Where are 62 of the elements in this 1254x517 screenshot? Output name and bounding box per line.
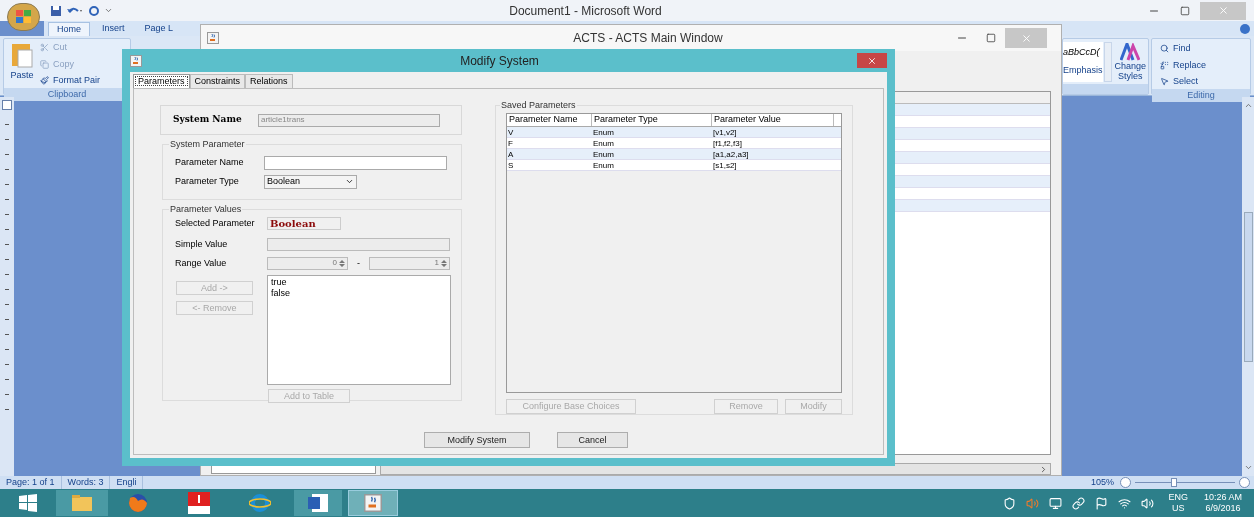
table-cell-text: Enum xyxy=(592,148,615,159)
column-header[interactable]: Parameter Value xyxy=(712,113,834,126)
parameter-type-select[interactable]: Boolean xyxy=(264,174,357,189)
ribbon-tab[interactable]: Page L xyxy=(136,22,182,36)
button[interactable]: Cancel xyxy=(557,432,628,448)
tab[interactable]: Parameters xyxy=(133,74,190,88)
selected-parameter-field: Boolean xyxy=(267,216,341,230)
paste-button[interactable]: Paste xyxy=(4,41,40,88)
group-title: Parameter Values xyxy=(169,203,243,216)
tab[interactable]: Constraints xyxy=(189,74,246,88)
group-label: Editing xyxy=(1152,88,1250,102)
range-to-spinner[interactable]: 1 xyxy=(369,256,450,270)
ribbon-command[interactable]: Format Pair xyxy=(40,74,100,88)
table-cell-text: V xyxy=(507,126,515,137)
window-title: ACTS - ACTS Main Window xyxy=(572,30,724,47)
ribbon-command[interactable]: Find xyxy=(1160,42,1250,56)
field-label: Parameter Name xyxy=(175,155,245,169)
ribbon-command[interactable]: Select xyxy=(1160,75,1250,89)
table-cell-text: [s1,s2] xyxy=(712,159,738,170)
table-row[interactable]: S Enum [s1,s2] xyxy=(507,159,841,171)
window-title: Document1 - Microsoft Word xyxy=(508,2,663,20)
table-cell-text: F xyxy=(507,137,514,148)
group-title: Saved Parameters xyxy=(500,99,577,112)
table-cell-text: [v1,v2] xyxy=(712,126,738,137)
field-label: Range Value xyxy=(175,256,228,270)
style-gallery[interactable]: aBbCcD( Emphasis xyxy=(1063,41,1103,82)
style-preview: aBbCcD( xyxy=(1063,46,1101,59)
table-cell-text: Enum xyxy=(592,137,615,148)
table-cell-text: A xyxy=(507,148,515,159)
table-cell-text: S xyxy=(507,159,515,170)
ribbon-tab[interactable]: Home xyxy=(48,22,90,36)
table-row[interactable]: A Enum [a1,a2,a3] xyxy=(507,148,841,160)
list-item[interactable]: false xyxy=(271,288,447,299)
table-cell-text: [f1,f2,f3] xyxy=(712,137,743,148)
input-language[interactable]: ENG xyxy=(1168,492,1188,503)
field-label: Selected Parameter xyxy=(175,216,256,230)
tab[interactable]: Relations xyxy=(245,74,293,88)
clock-date[interactable]: 6/9/2016 xyxy=(1205,503,1241,514)
dialog-title: Modify System xyxy=(459,52,540,70)
table-row[interactable]: F Enum [f1,f2,f3] xyxy=(507,137,841,149)
group-title: System Parameter xyxy=(169,138,246,151)
table-cell-text: Enum xyxy=(592,126,615,137)
ribbon-command[interactable]: Replace xyxy=(1160,58,1250,72)
button[interactable]: Modify System xyxy=(424,432,530,448)
clock-time[interactable]: 10:26 AM xyxy=(1203,492,1242,503)
range-separator: - xyxy=(356,256,361,270)
table-cell-text: [a1,a2,a3] xyxy=(712,148,750,159)
range-from-spinner[interactable]: 0 xyxy=(267,256,348,270)
input-region[interactable]: US xyxy=(1171,503,1185,514)
list-item[interactable]: true xyxy=(271,277,447,288)
field-label: Parameter Type xyxy=(175,174,240,188)
table-cell-text: Enum xyxy=(592,159,615,170)
field-label: System Name xyxy=(173,113,243,127)
column-header[interactable]: Parameter Name xyxy=(507,113,592,126)
column-header[interactable]: Parameter Type xyxy=(592,113,712,126)
zoom-level[interactable]: 105% xyxy=(1084,475,1120,490)
ribbon-tab[interactable]: Insert xyxy=(94,22,133,36)
style-name: Emphasis xyxy=(1063,63,1103,77)
field-label: Simple Value xyxy=(175,238,229,251)
values-list[interactable]: true false xyxy=(267,275,451,385)
table-row[interactable]: V Enum [v1,v2] xyxy=(507,126,841,138)
change-styles-button[interactable]: Change Styles xyxy=(1112,42,1148,81)
